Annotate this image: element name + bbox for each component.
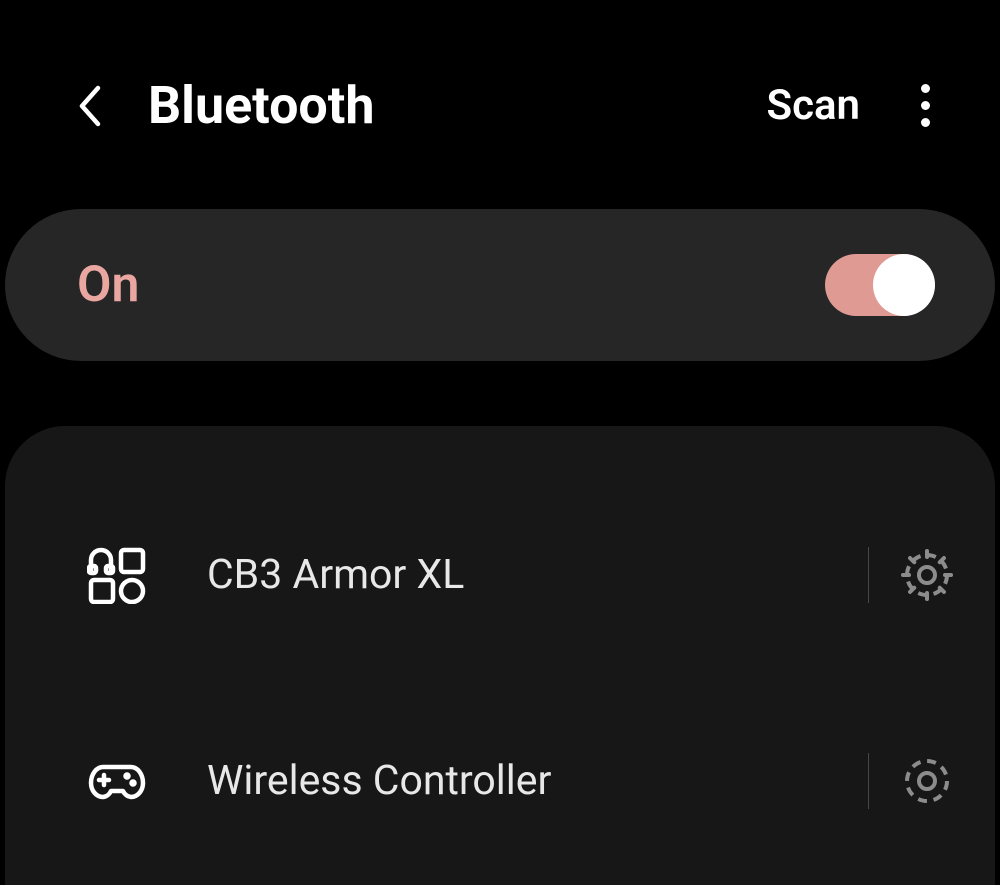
device-name-label: Wireless Controller xyxy=(207,757,551,805)
bluetooth-status-label: On xyxy=(77,256,139,314)
device-row: CB3 Armor XL xyxy=(5,511,995,639)
headphones-multi-icon xyxy=(87,546,147,604)
header: Bluetooth Scan xyxy=(0,0,1000,181)
bluetooth-toggle[interactable] xyxy=(825,254,935,316)
device-row: Wireless Controller xyxy=(5,717,995,845)
toggle-knob xyxy=(873,254,935,316)
gear-icon xyxy=(899,547,955,603)
back-button[interactable] xyxy=(70,86,110,126)
more-dots-icon xyxy=(921,84,930,93)
device-item[interactable]: CB3 Armor XL xyxy=(87,546,858,604)
bluetooth-toggle-card: On xyxy=(5,209,995,361)
device-settings-button[interactable] xyxy=(899,547,955,603)
scan-button[interactable]: Scan xyxy=(766,81,860,130)
divider xyxy=(868,547,869,603)
paired-devices-list: CB3 Armor XL Wir xyxy=(5,426,995,885)
device-settings-button[interactable] xyxy=(899,753,955,809)
page-title: Bluetooth xyxy=(148,75,766,136)
gear-icon xyxy=(899,753,955,809)
gamepad-icon xyxy=(87,752,147,810)
more-menu-button[interactable] xyxy=(905,81,945,131)
device-item[interactable]: Wireless Controller xyxy=(87,752,858,810)
device-name-label: CB3 Armor XL xyxy=(207,551,464,599)
divider xyxy=(868,753,869,809)
chevron-left-icon xyxy=(76,84,104,128)
